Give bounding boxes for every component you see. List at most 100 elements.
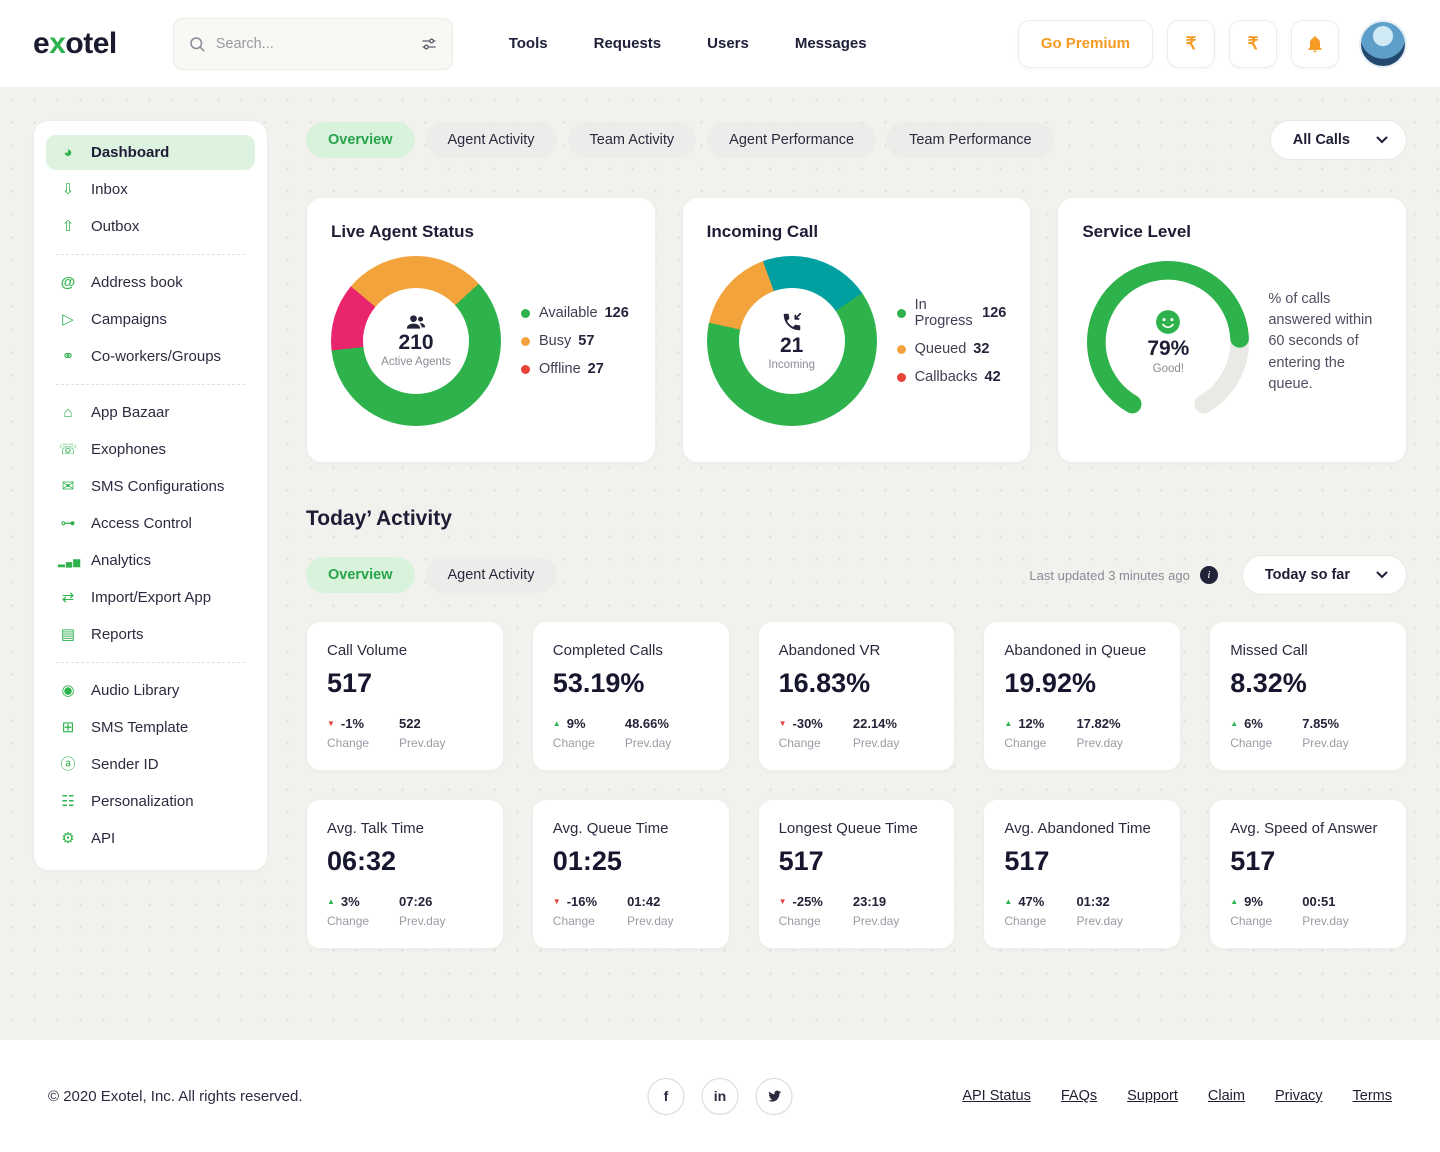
all-calls-dropdown[interactable]: All Calls — [1269, 120, 1407, 160]
access-control-icon — [58, 516, 78, 531]
search-input[interactable] — [215, 35, 410, 52]
sidebar-item-analytics[interactable]: Analytics — [46, 543, 255, 578]
stat-prev-value: 00:51 — [1302, 894, 1336, 909]
linkedin-button[interactable]: in — [701, 1077, 739, 1115]
search-icon — [189, 36, 205, 51]
filter-icon[interactable] — [420, 35, 438, 53]
sidebar-item-exophones[interactable]: Exophones — [46, 432, 255, 467]
stat-card-longest-queue-time: Longest Queue Time 517 -25% Change 23:19… — [757, 799, 956, 949]
incoming-caption: Incoming — [768, 359, 815, 371]
stat-change: -25% — [792, 894, 823, 909]
sender-id-icon — [58, 757, 78, 772]
stat-value: 8.32% — [1230, 668, 1307, 698]
footer-link-api-status[interactable]: API Status — [962, 1088, 1031, 1104]
sidebar-item-label: Dashboard — [91, 144, 170, 161]
prev-caption: Prev.day — [852, 914, 900, 928]
stat-change: -1% — [340, 716, 365, 731]
legend-value: 32 — [973, 341, 990, 357]
app-bazaar-icon — [58, 405, 78, 420]
stat-change: 9% — [566, 716, 586, 731]
footer-link-terms[interactable]: Terms — [1353, 1088, 1392, 1104]
footer-link-faqs[interactable]: FAQs — [1061, 1088, 1097, 1104]
activity-tab-agent-activity[interactable]: Agent Activity — [425, 557, 557, 593]
sidebar-item-address-book[interactable]: Address book — [46, 265, 255, 300]
stat-card-missed-call: Missed Call 8.32% 6% Change 7.85% Prev.d… — [1209, 621, 1407, 771]
sidebar-item-label: Access Control — [91, 515, 192, 532]
legend-dot — [521, 364, 530, 374]
prev-caption: Prev.day — [1076, 736, 1123, 750]
twitter-button[interactable] — [755, 1077, 793, 1115]
stat-label: Avg. Speed of Answer — [1230, 820, 1378, 837]
tab-team-performance[interactable]: Team Performance — [887, 122, 1054, 158]
tab-agent-performance[interactable]: Agent Performance — [707, 122, 877, 158]
nav-link-requests[interactable]: Requests — [594, 35, 662, 52]
address-book-icon — [58, 275, 78, 290]
change-arrow-icon — [779, 898, 787, 906]
rupee-button[interactable]: ₹ — [1229, 19, 1277, 68]
sidebar-item-co-workers[interactable]: Co-workers/Groups — [46, 339, 255, 374]
facebook-button[interactable]: f — [647, 1077, 685, 1115]
stat-value: 16.83% — [778, 668, 871, 698]
legend-value: 126 — [982, 305, 1007, 321]
today-activity-title: Today’ Activity — [306, 507, 452, 530]
sidebar-item-dashboard[interactable]: Dashboard — [46, 135, 255, 170]
stat-label: Completed Calls — [552, 642, 663, 659]
service-level-card: Service Level 79% Good! % of calls answe… — [1057, 197, 1407, 463]
sidebar-item-personalization[interactable]: Personalization — [46, 784, 255, 819]
sidebar-item-app-bazaar[interactable]: App Bazaar — [46, 395, 255, 430]
date-range-dropdown[interactable]: Today so far — [1241, 555, 1407, 595]
footer-link-privacy[interactable]: Privacy — [1275, 1088, 1323, 1104]
stat-card-avg-abandoned-time: Avg. Abandoned Time 517 47% Change 01:32… — [983, 799, 1182, 949]
legend-label: In Progress — [914, 297, 973, 329]
service-level-gauge: 79% Good! — [1082, 256, 1254, 428]
notifications-button[interactable] — [1291, 19, 1339, 68]
sidebar-item-campaigns[interactable]: Campaigns — [46, 302, 255, 337]
change-caption: Change — [1004, 914, 1047, 928]
sidebar-item-sender-id[interactable]: Sender ID — [46, 747, 255, 782]
footer-link-support[interactable]: Support — [1127, 1088, 1178, 1104]
activity-tab-overview[interactable]: Overview — [306, 557, 415, 593]
sidebar-item-outbox[interactable]: Outbox — [46, 209, 255, 244]
outbox-icon — [58, 219, 78, 234]
stat-change: 9% — [1244, 894, 1263, 909]
tab-agent-activity[interactable]: Agent Activity — [425, 122, 557, 158]
info-icon[interactable]: i — [1199, 566, 1218, 584]
sidebar-item-inbox[interactable]: Inbox — [46, 172, 255, 207]
stat-card-avg-talk-time: Avg. Talk Time 06:32 3% Change 07:26 Pre… — [306, 799, 504, 949]
active-agents-count: 210 — [398, 331, 434, 354]
prev-caption: Prev.day — [624, 736, 672, 750]
overview-cards: Live Agent Status 210 Active Agents Avai… — [306, 197, 1407, 463]
change-caption: Change — [1004, 736, 1047, 750]
import-export-icon — [58, 590, 78, 605]
exophones-icon — [58, 442, 78, 457]
sidebar-item-sms-config[interactable]: SMS Configurations — [46, 469, 255, 504]
footer-link-claim[interactable]: Claim — [1208, 1088, 1245, 1104]
change-caption: Change — [1230, 914, 1273, 928]
nav-link-messages[interactable]: Messages — [795, 35, 867, 52]
search-box[interactable] — [172, 17, 453, 70]
go-premium-button[interactable]: Go Premium — [1017, 19, 1153, 68]
change-arrow-icon — [1230, 720, 1238, 728]
tab-overview[interactable]: Overview — [306, 122, 415, 158]
live-agent-status-card: Live Agent Status 210 Active Agents Avai… — [306, 197, 656, 463]
sidebar-item-label: Sender ID — [91, 756, 159, 773]
date-range-label: Today so far — [1264, 567, 1350, 583]
rupee-button[interactable]: ₹ — [1167, 19, 1215, 68]
stat-value: 517 — [327, 668, 373, 698]
sidebar-item-access-control[interactable]: Access Control — [46, 506, 255, 541]
activity-tabs: Overview Agent Activity — [306, 557, 557, 593]
tab-team-activity[interactable]: Team Activity — [567, 122, 697, 158]
stat-prev-value: 17.82% — [1076, 716, 1121, 731]
nav-link-tools[interactable]: Tools — [509, 35, 548, 52]
sidebar-item-import-export[interactable]: Import/Export App — [46, 580, 255, 615]
chevron-down-icon — [1376, 571, 1388, 579]
sidebar-item-api[interactable]: API — [46, 821, 255, 856]
nav-link-users[interactable]: Users — [707, 35, 749, 52]
main-content: Overview Agent Activity Team Activity Ag… — [306, 120, 1407, 1004]
sidebar-item-sms-template[interactable]: SMS Template — [46, 710, 255, 745]
sidebar-item-reports[interactable]: Reports — [46, 617, 255, 652]
sidebar-item-audio-library[interactable]: Audio Library — [46, 673, 255, 708]
exotel-logo[interactable]: exotel — [33, 27, 117, 61]
user-avatar[interactable] — [1359, 19, 1407, 68]
stat-value: 517 — [1004, 846, 1050, 876]
